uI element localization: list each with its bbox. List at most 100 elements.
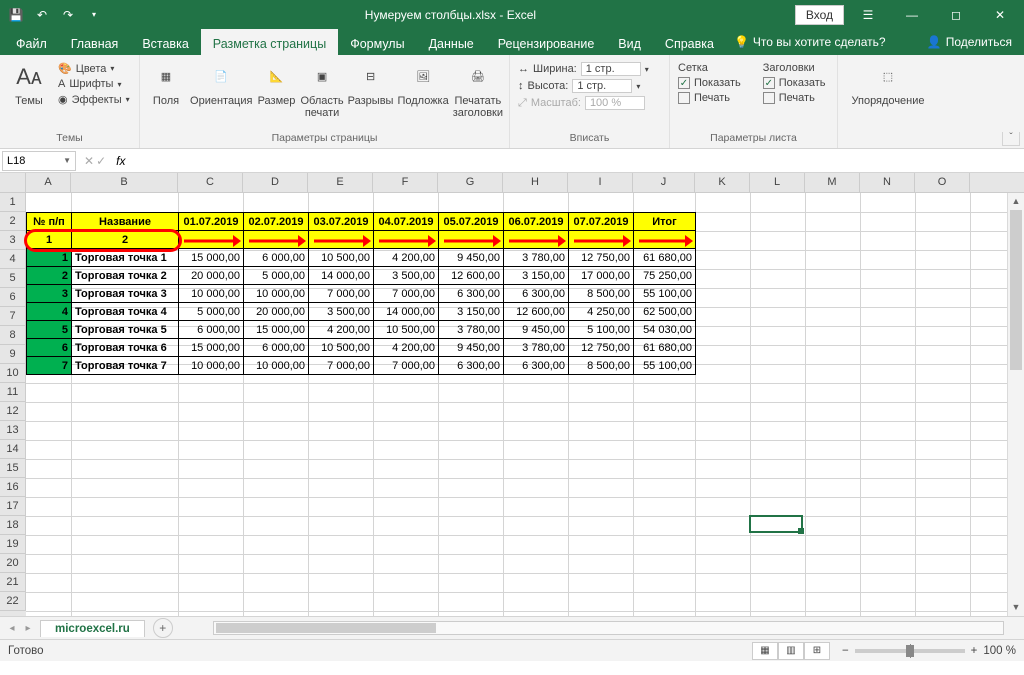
add-sheet-button[interactable]: + xyxy=(153,618,173,638)
width-dropdown[interactable]: 1 стр. xyxy=(581,62,641,76)
tab-view[interactable]: Вид xyxy=(606,29,653,55)
normal-view-button[interactable]: ▦ xyxy=(752,642,778,660)
headings-print-checkbox[interactable]: Печать xyxy=(761,91,828,105)
zoom-out-button[interactable]: − xyxy=(842,645,849,657)
orientation-button[interactable]: 📄Ориентация xyxy=(190,61,252,107)
tab-data[interactable]: Данные xyxy=(417,29,486,55)
scroll-thumb[interactable] xyxy=(1010,210,1022,370)
scroll-up-icon[interactable]: ▲ xyxy=(1008,193,1024,210)
background-button[interactable]: 🖼Подложка xyxy=(397,61,448,107)
margins-button[interactable]: ▦Поля xyxy=(146,61,186,107)
height-dropdown[interactable]: 1 стр. xyxy=(572,79,632,93)
row-header-18[interactable]: 18 xyxy=(0,516,26,535)
login-button[interactable]: Вход xyxy=(795,5,844,25)
row-header-20[interactable]: 20 xyxy=(0,554,26,573)
row-header-5[interactable]: 5 xyxy=(0,269,26,288)
vertical-scrollbar[interactable]: ▲ ▼ xyxy=(1007,193,1024,616)
col-header-F[interactable]: F xyxy=(373,173,438,192)
tab-review[interactable]: Рецензирование xyxy=(486,29,607,55)
row-header-21[interactable]: 21 xyxy=(0,573,26,592)
row-header-15[interactable]: 15 xyxy=(0,459,26,478)
scroll-down-icon[interactable]: ▼ xyxy=(1008,599,1024,616)
spreadsheet-grid[interactable]: ABCDEFGHIJKLMNO 123456789101112131415161… xyxy=(0,173,1024,616)
row-header-17[interactable]: 17 xyxy=(0,497,26,516)
select-all-corner[interactable] xyxy=(0,173,26,192)
row-header-9[interactable]: 9 xyxy=(0,345,26,364)
print-area-button[interactable]: ▣Область печати xyxy=(300,61,343,119)
share-button[interactable]: 👤Поделиться xyxy=(915,29,1024,55)
row-header-14[interactable]: 14 xyxy=(0,440,26,459)
fonts-button[interactable]: AШрифты ▾ xyxy=(56,77,132,91)
zoom-in-button[interactable]: + xyxy=(971,645,978,657)
row-header-1[interactable]: 1 xyxy=(0,193,26,212)
col-header-I[interactable]: I xyxy=(568,173,633,192)
col-header-D[interactable]: D xyxy=(243,173,308,192)
row-header-22[interactable]: 22 xyxy=(0,592,26,611)
data-table[interactable]: № п/пНазвание01.07.201902.07.201903.07.2… xyxy=(26,212,696,375)
col-header-K[interactable]: K xyxy=(695,173,750,192)
print-titles-button[interactable]: 🖨Печатать заголовки xyxy=(453,61,503,119)
row-header-8[interactable]: 8 xyxy=(0,326,26,345)
row-header-12[interactable]: 12 xyxy=(0,402,26,421)
row-header-13[interactable]: 13 xyxy=(0,421,26,440)
ribbon-options-icon[interactable]: ☰ xyxy=(848,0,888,29)
scale-icon: ⤢ xyxy=(518,97,527,110)
maximize-icon[interactable]: ◻ xyxy=(936,0,976,29)
row-header-3[interactable]: 3 xyxy=(0,231,26,250)
sheet-nav[interactable]: ◂▸ xyxy=(0,623,40,634)
col-header-N[interactable]: N xyxy=(860,173,915,192)
effects-button[interactable]: ◉Эффекты ▾ xyxy=(56,92,132,107)
tab-file[interactable]: Файл xyxy=(4,29,59,55)
row-header-19[interactable]: 19 xyxy=(0,535,26,554)
cells-area[interactable]: № п/пНазвание01.07.201902.07.201903.07.2… xyxy=(26,193,1024,616)
name-box[interactable]: L18▼ xyxy=(2,151,76,171)
active-cell[interactable] xyxy=(749,515,803,533)
row-header-11[interactable]: 11 xyxy=(0,383,26,402)
column-headers: ABCDEFGHIJKLMNO xyxy=(0,173,1024,193)
tab-formulas[interactable]: Формулы xyxy=(338,29,416,55)
sheet-tab[interactable]: microexcel.ru xyxy=(40,620,145,637)
col-header-G[interactable]: G xyxy=(438,173,503,192)
gridlines-show-checkbox[interactable]: ✓Показать xyxy=(676,76,743,90)
page-layout-view-button[interactable]: ▥ xyxy=(778,642,804,660)
zoom-slider[interactable] xyxy=(855,649,965,653)
col-header-O[interactable]: O xyxy=(915,173,970,192)
col-header-J[interactable]: J xyxy=(633,173,695,192)
tab-page-layout[interactable]: Разметка страницы xyxy=(201,29,338,55)
zoom-level[interactable]: 100 % xyxy=(983,645,1016,657)
page-break-view-button[interactable]: ⊞ xyxy=(804,642,830,660)
tab-insert[interactable]: Вставка xyxy=(130,29,200,55)
colors-button[interactable]: 🎨Цвета ▾ xyxy=(56,61,132,76)
fx-icon[interactable]: fx xyxy=(112,154,129,168)
qat-customize-icon[interactable]: ▾ xyxy=(82,3,106,27)
breaks-button[interactable]: ⊟Разрывы xyxy=(348,61,394,107)
row-header-7[interactable]: 7 xyxy=(0,307,26,326)
col-header-B[interactable]: B xyxy=(71,173,178,192)
row-header-2[interactable]: 2 xyxy=(0,212,26,231)
collapse-ribbon-icon[interactable]: ˇ xyxy=(1002,132,1020,146)
themes-button[interactable]: AᴀТемы xyxy=(6,61,52,107)
size-button[interactable]: 📐Размер xyxy=(256,61,296,107)
col-header-M[interactable]: M xyxy=(805,173,860,192)
row-header-10[interactable]: 10 xyxy=(0,364,26,383)
headings-show-checkbox[interactable]: ✓Показать xyxy=(761,76,828,90)
tab-home[interactable]: Главная xyxy=(59,29,131,55)
col-header-C[interactable]: C xyxy=(178,173,243,192)
close-icon[interactable]: ✕ xyxy=(980,0,1020,29)
row-header-16[interactable]: 16 xyxy=(0,478,26,497)
minimize-icon[interactable]: ― xyxy=(892,0,932,29)
tell-me-search[interactable]: 💡Что вы хотите сделать? xyxy=(726,29,894,55)
undo-icon[interactable]: ↶ xyxy=(30,3,54,27)
row-header-6[interactable]: 6 xyxy=(0,288,26,307)
tab-help[interactable]: Справка xyxy=(653,29,726,55)
save-icon[interactable]: 💾 xyxy=(4,3,28,27)
col-header-H[interactable]: H xyxy=(503,173,568,192)
col-header-L[interactable]: L xyxy=(750,173,805,192)
col-header-A[interactable]: A xyxy=(26,173,71,192)
row-header-4[interactable]: 4 xyxy=(0,250,26,269)
col-header-E[interactable]: E xyxy=(308,173,373,192)
horizontal-scrollbar[interactable] xyxy=(173,621,1024,635)
redo-icon[interactable]: ↷ xyxy=(56,3,80,27)
gridlines-print-checkbox[interactable]: Печать xyxy=(676,91,743,105)
arrange-button[interactable]: ⬚Упорядочение xyxy=(844,61,932,107)
